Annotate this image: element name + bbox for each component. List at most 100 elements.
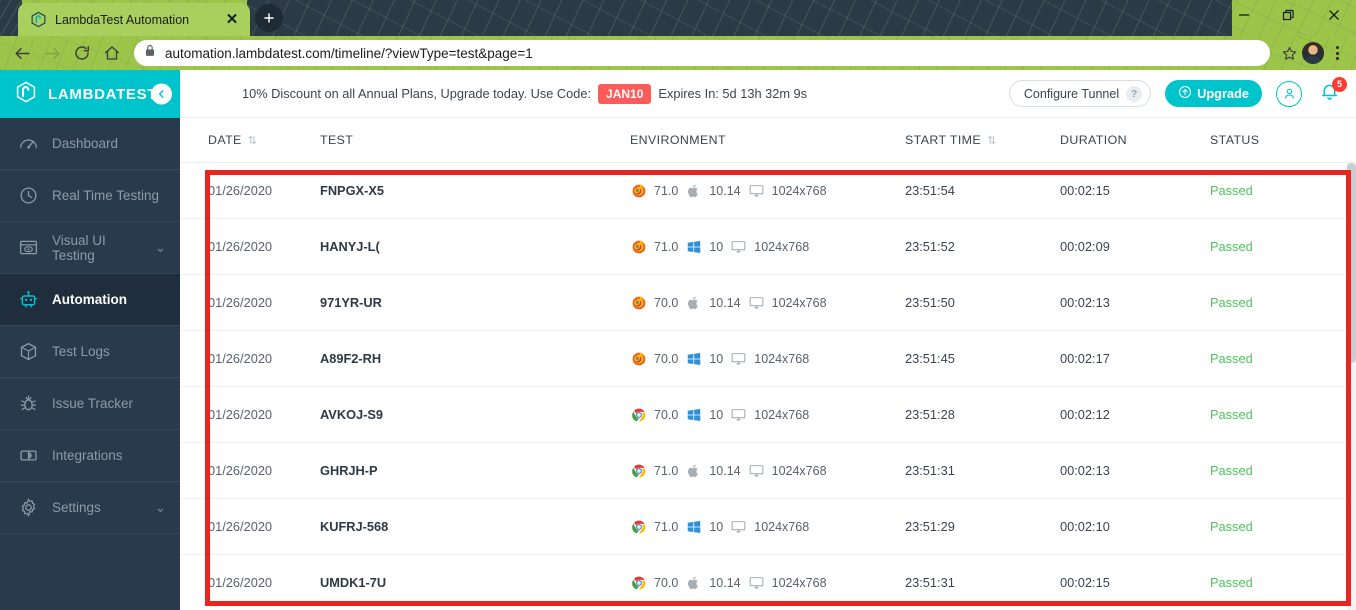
sidebar-brand-label: LAMBDATEST [48,85,158,103]
scrollbar-thumb[interactable] [1347,163,1356,363]
os-version: 10.14 [709,575,741,590]
table-row[interactable]: 01/26/2020 FNPGX-X5 71.0 10.14 1024x768 23:51… [180,163,1356,219]
sort-updown-icon[interactable]: ⇅ [987,134,997,147]
address-bar[interactable]: automation.lambdatest.com/timeline/?view… [134,40,1270,66]
configure-tunnel-button[interactable]: Configure Tunnel ? [1008,80,1152,107]
cell-start-time: 23:51:29 [905,519,955,534]
os-version: 10 [709,351,724,366]
sidebar-item-label: Test Logs [52,344,110,359]
resolution: 1024x768 [754,239,810,254]
table-body: 01/26/2020 FNPGX-X5 71.0 10.14 1024x768 23:51… [180,163,1356,610]
browser-tab-strip: LambdaTest Automation ✕ [0,0,1356,36]
test-name-link[interactable]: FNPGX-X5 [320,183,384,198]
sidebar-item-dashboard[interactable]: Dashboard [0,118,180,170]
cell-date: 01/26/2020 [208,463,273,478]
reload-icon[interactable] [68,39,96,67]
cell-start-time: 23:51:31 [905,575,955,590]
user-icon[interactable] [1276,80,1302,107]
upgrade-button[interactable]: Upgrade [1165,80,1262,107]
table-row[interactable]: 01/26/2020 A89F2-RH 70.0 10 1024x768 23:51:45… [180,331,1356,387]
sidebar-item-visual-ui-testing[interactable]: Visual UI Testing ⌄ [0,222,180,274]
table-row[interactable]: 01/26/2020 AVKOJ-S9 70.0 10 1024x768 23:51:28… [180,387,1356,443]
notifications-button[interactable]: 5 [1316,76,1347,107]
os-version: 10.14 [709,183,741,198]
test-name-link[interactable]: A89F2-RH [320,351,381,366]
sidebar-item-automation[interactable]: Automation [0,274,180,326]
close-icon[interactable]: ✕ [222,10,242,30]
windows-icon [685,238,702,255]
browser-tab[interactable]: LambdaTest Automation ✕ [18,3,250,36]
vertical-scrollbar[interactable] [1347,163,1356,610]
cell-environment: 70.0 10.14 1024x768 [630,294,905,311]
robot-icon [17,289,39,311]
sidebar-item-settings[interactable]: Settings ⌄ [0,482,180,534]
cell-test[interactable]: HANYJ-L( [320,239,630,254]
cell-test[interactable]: AVKOJ-S9 [320,407,630,422]
table-row[interactable]: 01/26/2020 KUFRJ-568 71.0 10 1024x768 23:51:2… [180,499,1356,555]
clock-icon [17,185,39,207]
cell-test[interactable]: A89F2-RH [320,351,630,366]
cell-test[interactable]: UMDK1-7U [320,575,630,590]
test-name-link[interactable]: GHRJH-P [320,463,378,478]
test-name-link[interactable]: 971YR-UR [320,295,382,310]
cell-environment: 71.0 10 1024x768 [630,238,905,255]
sidebar-item-issue-tracker[interactable]: Issue Tracker [0,378,180,430]
table-row[interactable]: 01/26/2020 HANYJ-L(71.0 10 1024x768 23:51:52… [180,219,1356,275]
sidebar-item-test-logs[interactable]: Test Logs [0,326,180,378]
cell-test[interactable]: 971YR-UR [320,295,630,310]
cell-start-time: 23:51:28 [905,407,955,422]
sidebar-item-label: Automation [52,292,127,307]
table-row[interactable]: 01/26/2020 UMDK1-7U 70.0 10.14 1024x768 23:51… [180,555,1356,610]
column-header-label: STATUS [1210,133,1260,147]
chevron-down-icon[interactable]: ⌄ [155,500,166,516]
cell-start-time: 23:51:31 [905,463,955,478]
cell-duration: 00:02:10 [1060,519,1110,534]
cell-environment: 71.0 10.14 1024x768 [630,182,905,199]
cell-test[interactable]: GHRJH-P [320,463,630,478]
cell-test[interactable]: FNPGX-X5 [320,183,630,198]
gear-icon [17,497,39,519]
cell-duration: 00:02:09 [1060,239,1110,254]
table-row[interactable]: 01/26/2020 971YR-UR 70.0 10.14 1024x768 23:51… [180,275,1356,331]
test-name-link[interactable]: KUFRJ-568 [320,519,388,534]
eye-window-icon [17,237,39,259]
home-icon[interactable] [98,39,126,67]
test-name-link[interactable]: HANYJ-L( [320,239,380,254]
browser-version: 71.0 [654,239,679,254]
maximize-button[interactable] [1266,0,1311,30]
back-arrow-icon[interactable] [8,39,36,67]
minimize-button[interactable] [1221,0,1266,30]
test-name-link[interactable]: AVKOJ-S9 [320,407,383,422]
cell-start-time: 23:51:54 [905,183,955,198]
table-row[interactable]: 01/26/2020 GHRJH-P 71.0 10.14 1024x768 23:51:… [180,443,1356,499]
monitor-icon [748,462,765,479]
cell-date: 01/26/2020 [208,351,273,366]
main-content: 10% Discount on all Annual Plans, Upgrad… [180,70,1356,610]
apple-icon [685,574,702,591]
sidebar-item-real-time-testing[interactable]: Real Time Testing [0,170,180,222]
test-name-link[interactable]: UMDK1-7U [320,575,386,590]
status-badge: Passed [1210,183,1253,198]
promo-expiry: Expires In: 5d 13h 32m 9s [658,86,808,101]
cell-test[interactable]: KUFRJ-568 [320,519,630,534]
chevron-down-icon[interactable]: ⌄ [155,240,166,256]
column-header-start-time[interactable]: START TIME ⇅ [905,133,1060,147]
profile-avatar-icon[interactable] [1302,42,1324,64]
sort-updown-icon[interactable]: ⇅ [248,134,258,147]
column-header-environment: ENVIRONMENT [630,133,905,147]
sidebar-item-integrations[interactable]: Integrations [0,430,180,482]
column-header-date[interactable]: DATE ⇅ [180,133,320,147]
cell-environment: 70.0 10 1024x768 [630,350,905,367]
star-icon[interactable] [1278,42,1300,64]
chevron-left-icon[interactable] [151,83,172,105]
help-icon[interactable]: ? [1126,85,1143,102]
sidebar-item-label: Issue Tracker [52,396,134,411]
cell-environment: 71.0 10 1024x768 [630,518,905,535]
cell-status: Passed [1210,183,1330,198]
sidebar-brand[interactable]: LAMBDATEST [0,70,180,118]
new-tab-button[interactable] [255,4,283,32]
browser-toolbar: automation.lambdatest.com/timeline/?view… [0,36,1356,70]
promo-code-badge: JAN10 [598,83,652,104]
kebab-menu-icon[interactable] [1326,40,1348,66]
close-button[interactable] [1311,0,1356,30]
